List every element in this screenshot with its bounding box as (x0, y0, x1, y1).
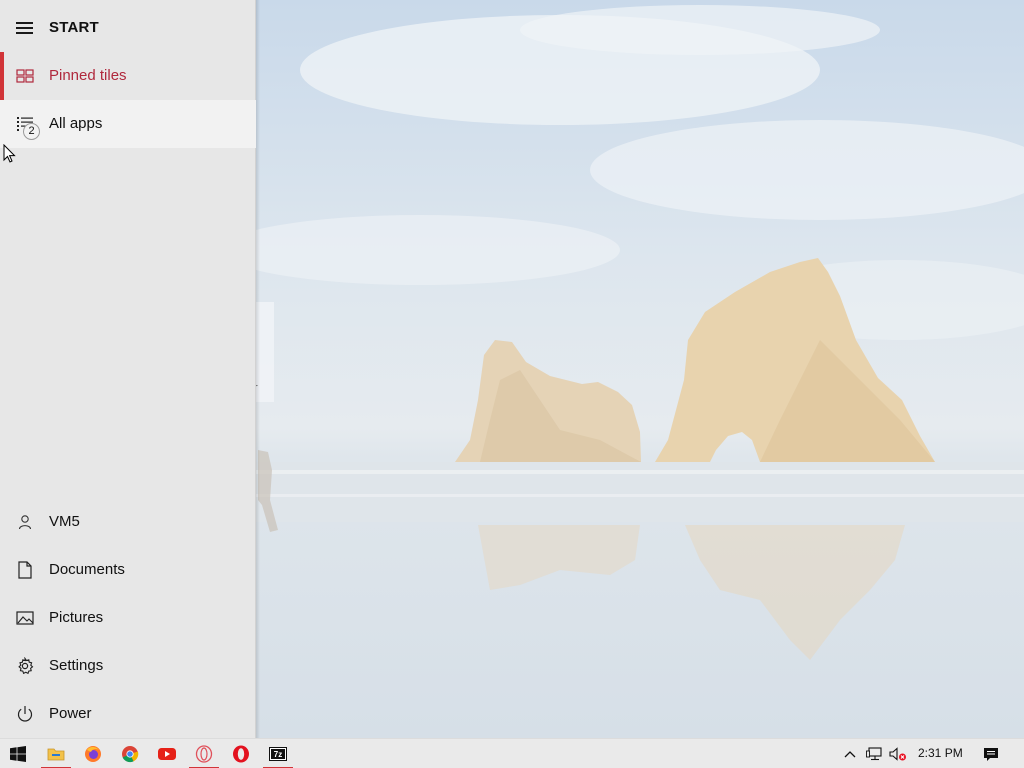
taskbar-app-opera-gx[interactable] (186, 739, 222, 768)
taskbar-app-firefox[interactable] (75, 739, 111, 768)
taskbar-app-opera[interactable] (223, 739, 259, 768)
windows-logo-icon (10, 746, 26, 762)
taskbar-app-file-explorer[interactable] (38, 739, 74, 768)
start-menu: START Pinned tiles 2 All apps VM5 Docume… (0, 0, 256, 738)
youtube-icon (158, 748, 176, 760)
firefox-icon (85, 746, 101, 762)
menu-item-label: Settings (49, 657, 104, 674)
start-menu-header: START (0, 4, 256, 52)
opera-icon (233, 745, 249, 763)
mouse-cursor-icon (3, 144, 16, 163)
pictures-icon (16, 611, 34, 625)
tray-network[interactable] (862, 739, 886, 768)
taskbar-app-youtube[interactable] (149, 739, 185, 768)
taskbar-app-7zip[interactable]: 7z (260, 739, 296, 768)
hamburger-menu-icon[interactable] (16, 22, 33, 34)
tray-overflow-button[interactable] (838, 739, 862, 768)
chrome-icon (122, 746, 139, 763)
menu-item-user[interactable]: VM5 (0, 498, 256, 546)
notification-badge: 2 (23, 123, 40, 140)
menu-item-label: Pictures (49, 609, 104, 626)
opera-outline-icon (195, 745, 213, 763)
menu-item-label: Pinned tiles (49, 67, 127, 84)
action-center-icon (984, 747, 998, 761)
svg-text:7z: 7z (274, 750, 282, 759)
menu-item-pinned-tiles[interactable]: Pinned tiles (0, 52, 256, 100)
taskbar-app-chrome[interactable] (112, 739, 148, 768)
taskbar-clock[interactable]: 2:31 PM (918, 746, 963, 760)
gear-icon (18, 657, 34, 675)
menu-item-pictures[interactable]: Pictures (0, 594, 256, 642)
action-center-button[interactable] (976, 739, 1006, 768)
menu-item-all-apps[interactable]: 2 All apps (0, 100, 256, 148)
start-button[interactable] (0, 739, 36, 768)
chevron-up-icon (844, 751, 856, 758)
menu-item-label: Power (49, 705, 92, 722)
menu-item-label: Documents (49, 561, 125, 578)
power-icon (17, 706, 33, 722)
menu-item-label: VM5 (49, 513, 80, 530)
start-menu-title: START (49, 19, 99, 36)
menu-item-label: All apps (49, 115, 103, 132)
menu-item-settings[interactable]: Settings (0, 642, 256, 690)
network-icon (866, 747, 882, 761)
7zip-icon: 7z (269, 747, 287, 761)
tray-volume[interactable] (886, 739, 910, 768)
taskbar: 7z 2:31 PM (0, 738, 1024, 768)
menu-item-power[interactable]: Power (0, 690, 256, 738)
pinned-tiles-icon (16, 69, 34, 83)
start-menu-shadow (256, 0, 260, 738)
menu-item-documents[interactable]: Documents (0, 546, 256, 594)
user-icon (18, 515, 32, 530)
selection-indicator (0, 52, 4, 100)
volume-muted-icon (889, 747, 906, 761)
document-icon (18, 561, 32, 579)
folder-icon (47, 748, 65, 761)
